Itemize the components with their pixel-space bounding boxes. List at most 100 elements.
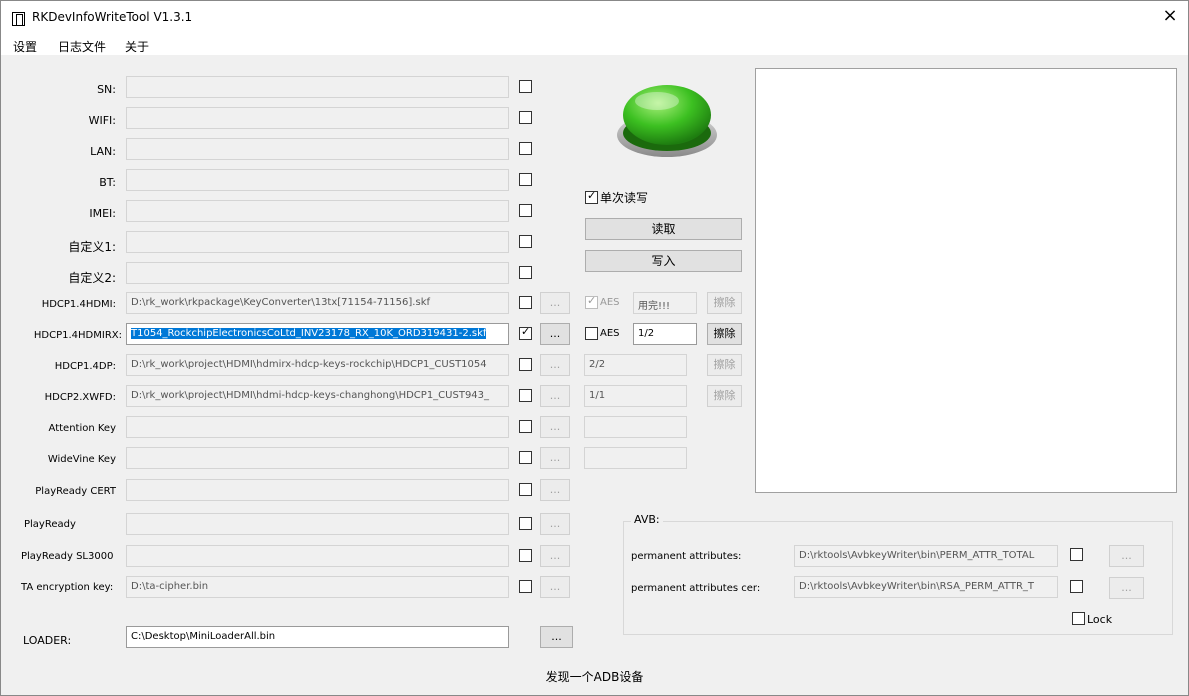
status-text: 发现一个ADB设备 [545, 670, 644, 684]
widevine-key-label: WideVine Key [47, 454, 116, 465]
hdcp14hdmi-label: HDCP1.4HDMI: [41, 299, 116, 310]
perm-attr-cer-field[interactable]: D:\rktools\AvbkeyWriter\bin\RSA_PERM_ATT… [794, 576, 1058, 598]
hdcp14hdmi-field[interactable]: D:\rk_work\rkpackage\KeyConverter\13tx[7… [126, 292, 509, 314]
imei-field[interactable] [126, 200, 509, 222]
attention-key-checkbox[interactable] [519, 420, 532, 433]
playready-sl3000-checkbox[interactable] [519, 549, 532, 562]
sn-label: SN: [97, 83, 116, 96]
loader-browse-button[interactable]: ... [540, 626, 573, 648]
write-button[interactable]: 写入 [585, 250, 742, 272]
sn-field[interactable] [126, 76, 509, 98]
menu-bar: 设置 日志文件 关于 [1, 33, 1188, 55]
main-window: RKDevInfoWriteTool V1.3.1 × 设置 日志文件 关于 S… [0, 0, 1189, 696]
hdcp14hdmirx-checkbox[interactable] [519, 325, 532, 340]
custom1-checkbox[interactable] [519, 235, 532, 248]
playready-label: PlayReady [24, 519, 76, 530]
menu-about[interactable]: 关于 [125, 38, 149, 55]
hdcp14hdmirx-field[interactable]: T1054_RockchipElectronicsCoLtd_INV23178_… [126, 323, 509, 345]
hdcp14dp-checkbox[interactable] [519, 358, 532, 371]
playready-browse-button[interactable]: ... [540, 513, 570, 535]
wifi-checkbox[interactable] [519, 111, 532, 124]
aes2-status: 1/2 [633, 323, 697, 345]
progress4-status: 1/1 [584, 385, 687, 407]
perm-attr-field[interactable]: D:\rktools\AvbkeyWriter\bin\PERM_ATTR_TO… [794, 545, 1058, 567]
hdcp14dp-browse-button[interactable]: ... [540, 354, 570, 376]
perm-attr-label: permanent attributes: [631, 551, 742, 562]
log-output[interactable] [755, 68, 1177, 493]
wifi-field[interactable] [126, 107, 509, 129]
erase2-button[interactable]: 擦除 [707, 323, 742, 345]
playready-cert-checkbox[interactable] [519, 483, 532, 496]
avb-title: AVB: [631, 513, 663, 526]
loader-field[interactable]: C:\Desktop\MiniLoaderAll.bin [126, 626, 509, 648]
single-rw-label: 单次读写 [600, 191, 649, 205]
playready-sl3000-label: PlayReady SL3000 [21, 551, 114, 562]
aes1-checkbox[interactable] [585, 294, 598, 309]
title-bar: RKDevInfoWriteTool V1.3.1 × [1, 1, 1188, 33]
imei-label: IMEI: [89, 207, 116, 220]
ta-key-field[interactable]: D:\ta-cipher.bin [126, 576, 509, 598]
bt-label: BT: [99, 176, 116, 189]
lan-field[interactable] [126, 138, 509, 160]
perm-attr-cer-browse-button[interactable]: ... [1109, 577, 1144, 599]
custom2-label: 自定义2: [68, 271, 116, 285]
custom2-checkbox[interactable] [519, 266, 532, 279]
playready-cert-browse-button[interactable]: ... [540, 479, 570, 501]
hdcp14hdmirx-label: HDCP1.4HDMIRX: [33, 330, 122, 341]
aes2-checkbox[interactable] [585, 327, 598, 340]
menu-log[interactable]: 日志文件 [58, 38, 106, 55]
ta-key-checkbox[interactable] [519, 580, 532, 593]
hdcp14hdmi-checkbox[interactable] [519, 296, 532, 309]
erase4-button[interactable]: 擦除 [707, 385, 742, 407]
progress6-status [584, 447, 687, 469]
attention-key-browse-button[interactable]: ... [540, 416, 570, 438]
perm-attr-checkbox[interactable] [1070, 548, 1083, 561]
imei-checkbox[interactable] [519, 204, 532, 217]
bt-field[interactable] [126, 169, 509, 191]
playready-sl3000-browse-button[interactable]: ... [540, 545, 570, 567]
custom1-field[interactable] [126, 231, 509, 253]
hdcp14dp-field[interactable]: D:\rk_work\project\HDMI\hdmirx-hdcp-keys… [126, 354, 509, 376]
loader-label: LOADER: [23, 634, 72, 647]
ta-key-browse-button[interactable]: ... [540, 576, 570, 598]
hdcp2xwfd-label: HDCP2.XWFD: [44, 392, 116, 403]
widevine-key-browse-button[interactable]: ... [540, 447, 570, 469]
hdcp2xwfd-checkbox[interactable] [519, 389, 532, 402]
aes2-label: AES [600, 328, 620, 339]
hdcp2xwfd-field[interactable]: D:\rk_work\project\HDMI\hdmi-hdcp-keys-c… [126, 385, 509, 407]
lock-label: Lock [1087, 613, 1113, 626]
run-button-icon[interactable] [613, 75, 721, 161]
menu-settings[interactable]: 设置 [13, 38, 37, 55]
aes1-status: 用完!!! [633, 292, 697, 314]
custom2-field[interactable] [126, 262, 509, 284]
erase3-button[interactable]: 擦除 [707, 354, 742, 376]
custom1-label: 自定义1: [68, 240, 116, 254]
sn-checkbox[interactable] [519, 80, 532, 93]
lan-checkbox[interactable] [519, 142, 532, 155]
bt-checkbox[interactable] [519, 173, 532, 186]
hdcp14hdmi-browse-button[interactable]: ... [540, 292, 570, 314]
close-icon[interactable]: × [1160, 6, 1180, 26]
ta-key-label: TA encryption key: [21, 582, 114, 593]
playready-sl3000-field[interactable] [126, 545, 509, 567]
read-button[interactable]: 读取 [585, 218, 742, 240]
progress3-status: 2/2 [584, 354, 687, 376]
single-rw-checkbox[interactable] [585, 189, 598, 204]
widevine-key-checkbox[interactable] [519, 451, 532, 464]
progress5-status [584, 416, 687, 438]
perm-attr-cer-checkbox[interactable] [1070, 580, 1083, 593]
lock-checkbox[interactable] [1072, 612, 1085, 625]
playready-cert-field[interactable] [126, 479, 509, 501]
playready-cert-label: PlayReady CERT [35, 486, 116, 497]
wifi-label: WIFI: [88, 114, 116, 127]
erase1-button[interactable]: 擦除 [707, 292, 742, 314]
playready-checkbox[interactable] [519, 517, 532, 530]
window-title: RKDevInfoWriteTool V1.3.1 [32, 10, 193, 24]
attention-key-field[interactable] [126, 416, 509, 438]
perm-attr-cer-label: permanent attributes cer: [631, 583, 761, 594]
playready-field[interactable] [126, 513, 509, 535]
hdcp14hdmirx-browse-button[interactable]: ... [540, 323, 570, 345]
widevine-key-field[interactable] [126, 447, 509, 469]
hdcp2xwfd-browse-button[interactable]: ... [540, 385, 570, 407]
perm-attr-browse-button[interactable]: ... [1109, 545, 1144, 567]
